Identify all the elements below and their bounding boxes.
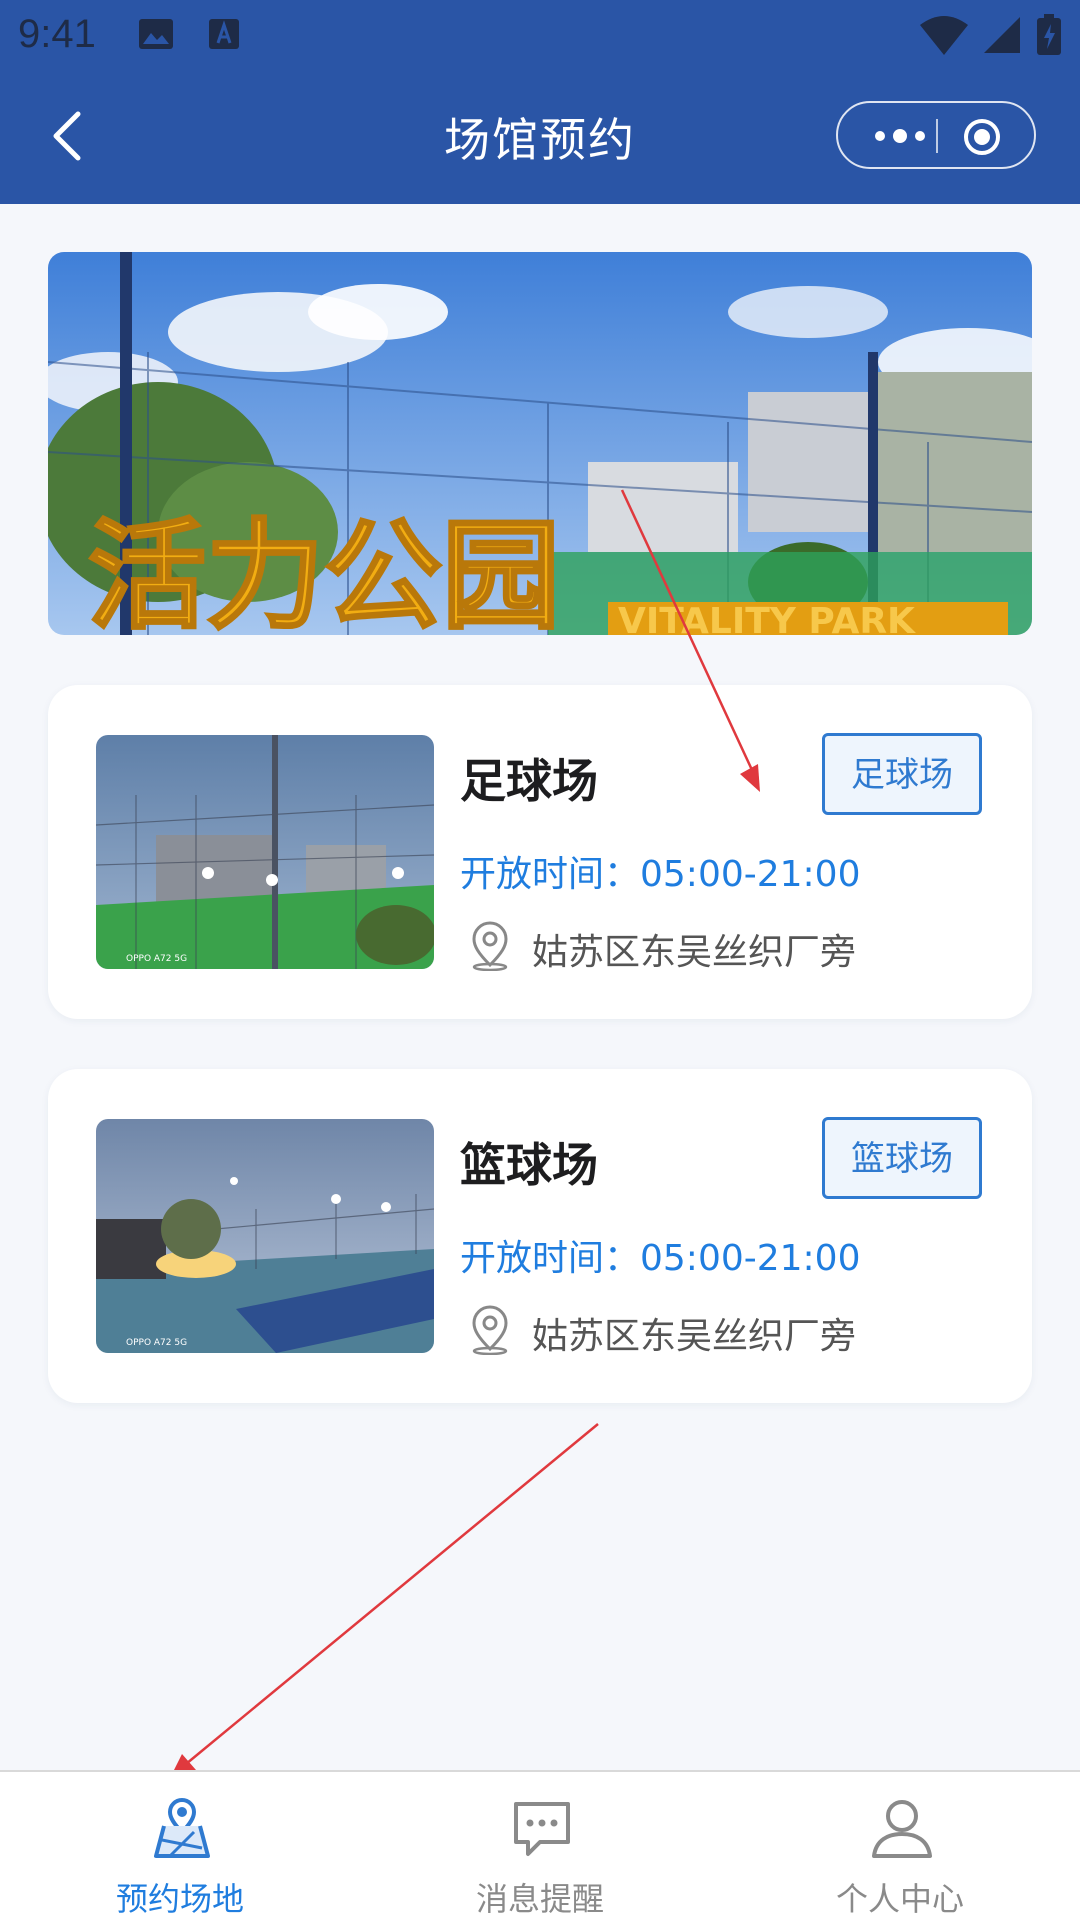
font-notification-icon	[209, 19, 239, 49]
venue-name: 篮球场	[460, 1138, 598, 1192]
tab-label: 预约场地	[115, 1880, 244, 1918]
venue-address: 姑苏区东吴丝织厂旁	[532, 932, 857, 973]
mini-program-capsule	[836, 101, 1036, 169]
status-time: 9:41	[18, 12, 96, 56]
capsule-divider	[936, 119, 938, 153]
tab-label: 消息提醒	[475, 1880, 604, 1918]
more-icon[interactable]	[870, 121, 930, 151]
top-bar: 9:41 场馆预约	[0, 0, 1080, 204]
close-target-icon[interactable]	[962, 117, 1002, 157]
chat-bubble-icon	[514, 1802, 570, 1856]
tab-profile[interactable]: 个人中心	[720, 1772, 1080, 1922]
wifi-icon	[920, 16, 968, 55]
tab-messages[interactable]: 消息提醒	[360, 1772, 720, 1922]
location-pin-icon	[472, 921, 508, 971]
venue-card-football[interactable]: OPPO A72 5G 足球场 足球场 开放时间：05:00-21:00 姑苏区…	[48, 685, 1032, 1019]
venue-name: 足球场	[460, 754, 598, 808]
status-system-icons	[920, 14, 1062, 56]
opening-hours: 开放时间：05:00-21:00	[460, 1238, 861, 1279]
status-notification-icons	[138, 18, 240, 50]
venue-address: 姑苏区东吴丝织厂旁	[532, 1316, 857, 1357]
park-banner-image[interactable]: 活力公园 VITALITY PARK	[48, 252, 1032, 635]
football-field-photo: OPPO A72 5G	[96, 735, 434, 969]
user-icon	[872, 1800, 932, 1858]
bottom-tab-bar: 预约场地 消息提醒 个人中心	[0, 1770, 1080, 1922]
venue-card-basketball[interactable]: OPPO A72 5G 篮球场 篮球场 开放时间：05:00-21:00 姑苏区…	[48, 1069, 1032, 1403]
venue-tag-button[interactable]: 篮球场	[822, 1117, 982, 1199]
basketball-court-photo: OPPO A72 5G	[96, 1119, 434, 1353]
tab-book-venue[interactable]: 预约场地	[0, 1772, 360, 1922]
image-notification-icon	[139, 19, 173, 49]
venue-tag-button[interactable]: 足球场	[822, 733, 982, 815]
annotation-arrow	[170, 1423, 599, 1778]
location-pin-icon	[472, 1305, 508, 1355]
location-map-icon	[154, 1798, 210, 1858]
tab-label: 个人中心	[835, 1880, 964, 1918]
banner-sign-english: VITALITY PARK	[618, 601, 916, 635]
photo-caption: OPPO A72 5G	[126, 954, 187, 964]
photo-caption: OPPO A72 5G	[126, 1338, 187, 1348]
battery-icon	[1037, 14, 1061, 55]
banner-sign-text: 活力公园	[88, 507, 560, 635]
opening-hours: 开放时间：05:00-21:00	[460, 854, 861, 895]
cell-signal-icon	[984, 17, 1020, 53]
